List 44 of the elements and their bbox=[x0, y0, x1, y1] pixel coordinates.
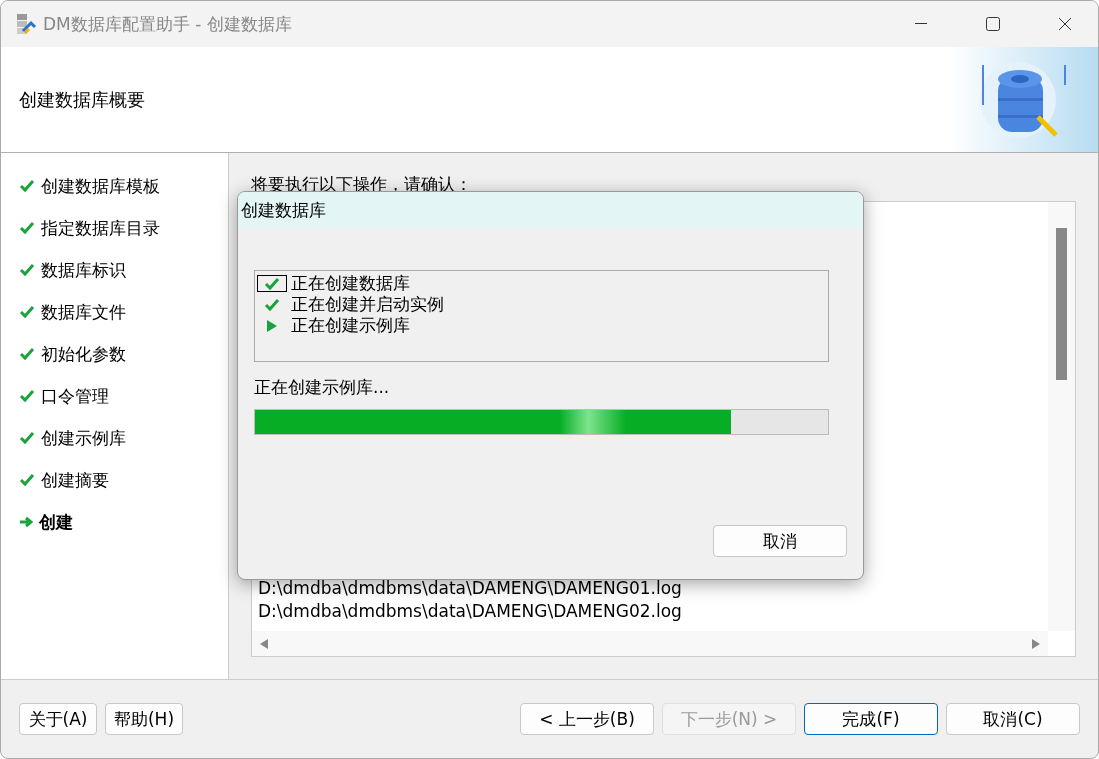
status-text: 正在创建示例库... bbox=[254, 376, 391, 399]
step-label: 创建数据库模板 bbox=[41, 174, 160, 198]
maximize-icon bbox=[986, 17, 1000, 31]
check-icon bbox=[19, 431, 35, 445]
arrow-icon bbox=[19, 516, 33, 528]
log-line: D:\dmdba\dmdbms\data\DAMENG\DAMENG02.log bbox=[258, 600, 683, 623]
step-label: 创建 bbox=[39, 510, 73, 534]
check-icon bbox=[19, 347, 35, 361]
scroll-right-icon[interactable] bbox=[1032, 638, 1040, 649]
app-icon bbox=[15, 13, 37, 35]
task-label: 正在创建并启动实例 bbox=[291, 293, 444, 316]
check-icon bbox=[19, 179, 35, 193]
check-icon bbox=[19, 305, 35, 319]
task-label: 正在创建示例库 bbox=[291, 314, 410, 337]
check-icon bbox=[264, 297, 280, 312]
check-icon bbox=[19, 221, 35, 235]
play-icon bbox=[266, 318, 278, 333]
step-label: 数据库文件 bbox=[41, 300, 126, 324]
step-label: 初始化参数 bbox=[41, 342, 126, 366]
check-icon bbox=[19, 473, 35, 487]
vertical-scrollbar[interactable] bbox=[1048, 202, 1075, 631]
step-label: 数据库标识 bbox=[41, 258, 126, 282]
check-icon bbox=[19, 263, 35, 277]
footer-button[interactable]: 取消(C) bbox=[946, 703, 1080, 735]
footer-button[interactable]: 完成(F) bbox=[804, 703, 938, 735]
log-line: D:\dmdba\dmdbms\data\DAMENG\DAMENG01.log bbox=[258, 577, 683, 600]
step-label: 创建摘要 bbox=[41, 468, 109, 492]
task-label: 正在创建数据库 bbox=[291, 272, 410, 295]
close-icon bbox=[1058, 17, 1072, 31]
footer-button[interactable]: < 上一步(B) bbox=[520, 703, 654, 735]
step-label: 指定数据库目录 bbox=[41, 216, 160, 240]
window-title: DM数据库配置助手 - 创建数据库 bbox=[43, 12, 293, 36]
footer-button[interactable]: 关于(A) bbox=[19, 703, 97, 735]
horizontal-scrollbar[interactable] bbox=[252, 631, 1048, 656]
check-icon bbox=[19, 389, 35, 403]
dialog-title: 创建数据库 bbox=[241, 198, 326, 222]
minimize-icon bbox=[915, 23, 927, 25]
scroll-left-icon[interactable] bbox=[260, 638, 268, 649]
step-label: 口令管理 bbox=[41, 384, 109, 408]
footer-button[interactable]: 帮助(H) bbox=[105, 703, 183, 735]
check-icon bbox=[264, 276, 280, 291]
cancel-button[interactable]: 取消 bbox=[713, 525, 847, 557]
page-title: 创建数据库概要 bbox=[19, 87, 145, 112]
step-label: 创建示例库 bbox=[41, 426, 126, 450]
